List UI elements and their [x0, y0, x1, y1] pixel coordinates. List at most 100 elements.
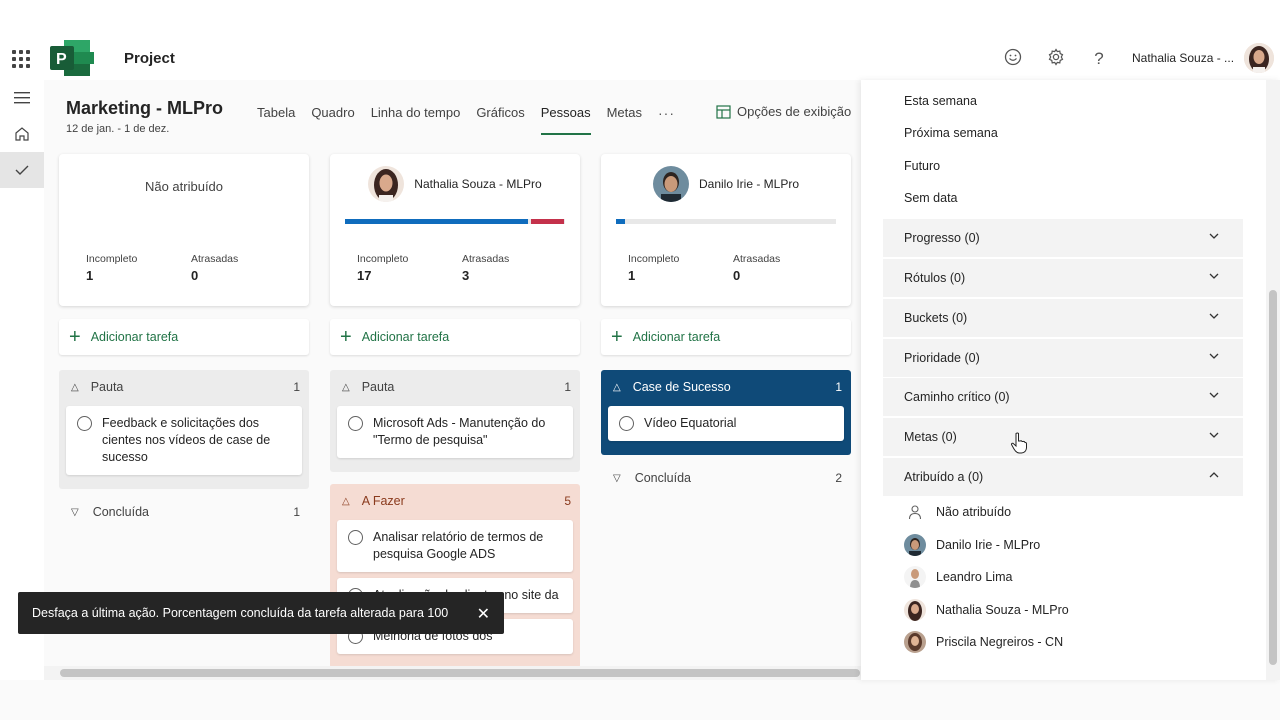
assignee-option-priscila[interactable]: Priscila Negreiros - CN	[904, 630, 1063, 654]
filter-option-next-week[interactable]: Próxima semana	[904, 126, 998, 140]
board-column-nathalia: Nathalia Souza - MLPro Incompleto 17 Atr…	[330, 154, 580, 666]
view-options-button[interactable]: Opções de exibição	[716, 104, 851, 119]
project-title[interactable]: Marketing - MLPro	[66, 98, 223, 119]
vertical-scrollbar[interactable]	[1266, 80, 1280, 680]
tab-linha-do-tempo[interactable]: Linha do tempo	[371, 105, 461, 129]
late-label: Atrasadas	[191, 253, 239, 265]
home-icon[interactable]	[0, 116, 44, 152]
bucket-count: 1	[293, 380, 300, 394]
view-tabs: Tabela Quadro Linha do tempo Gráficos Pe…	[257, 105, 691, 135]
add-task-button[interactable]: + Adicionar tarefa	[59, 319, 309, 355]
view-options-label: Opções de exibição	[737, 104, 852, 119]
column-summary-card: Danilo Irie - MLPro Incompleto 1 Atrasad…	[601, 154, 851, 306]
bucket-header[interactable]: △ A Fazer 5	[330, 484, 580, 518]
filter-section-goals[interactable]: Metas (0)	[883, 418, 1243, 456]
task-card[interactable]: Microsoft Ads - Manutenção do "Termo de …	[337, 406, 573, 458]
project-dates: 12 de jan. - 1 de dez.	[66, 123, 170, 135]
assignee-name: Leandro Lima	[936, 570, 1013, 584]
assignee-option-nathalia[interactable]: Nathalia Souza - MLPro	[904, 598, 1069, 622]
assignee-name: Não atribuído	[936, 505, 1012, 519]
filter-panel: Esta semana Próxima semana Futuro Sem da…	[861, 80, 1280, 680]
bucket-header[interactable]: △ Pauta 1	[59, 370, 309, 404]
scrollbar-thumb[interactable]	[60, 669, 860, 677]
bucket-header[interactable]: △ Pauta 1	[330, 370, 580, 404]
bucket-group: △ Pauta 1 Feedback e solicitações dos ci…	[59, 370, 309, 489]
hamburger-menu-icon[interactable]	[0, 80, 44, 116]
plus-icon: +	[611, 326, 623, 348]
chevron-down-icon	[1209, 313, 1219, 319]
add-task-button[interactable]: + Adicionar tarefa	[601, 319, 851, 355]
filter-section-critical-path[interactable]: Caminho crítico (0)	[883, 378, 1243, 416]
incomplete-value: 1	[86, 268, 94, 283]
complete-task-checkbox[interactable]	[348, 416, 363, 431]
bucket-count: 1	[564, 380, 571, 394]
late-value: 0	[191, 268, 199, 283]
assignee-option-danilo[interactable]: Danilo Irie - MLPro	[904, 533, 1040, 557]
view-options-icon	[716, 104, 731, 119]
toast-message[interactable]: Desfaça a última ação. Porcentagem concl…	[32, 606, 448, 620]
task-card[interactable]: Analisar relatório de termos de pesquisa…	[337, 520, 573, 572]
progress-late-segment	[531, 219, 564, 224]
complete-task-checkbox[interactable]	[348, 530, 363, 545]
filter-option-future[interactable]: Futuro	[904, 159, 940, 173]
late-label: Atrasadas	[733, 253, 781, 265]
completed-section-header[interactable]: ▽ Concluída 1	[59, 495, 309, 529]
chevron-down-icon: ▽	[613, 472, 621, 484]
filter-section-assigned-to[interactable]: Atribuído a (0)	[883, 458, 1243, 496]
tab-tabela[interactable]: Tabela	[257, 105, 295, 129]
complete-task-checkbox[interactable]	[619, 416, 634, 431]
filter-option-this-week[interactable]: Esta semana	[904, 94, 977, 108]
tab-metas[interactable]: Metas	[607, 105, 642, 129]
svg-text:P: P	[56, 51, 67, 68]
assignee-option-unassigned[interactable]: Não atribuído	[904, 500, 1011, 524]
column-title: Danilo Irie - MLPro	[698, 177, 800, 191]
tab-quadro[interactable]: Quadro	[311, 105, 354, 129]
project-logo: P	[50, 40, 94, 76]
filter-section-progress[interactable]: Progresso (0)	[883, 219, 1243, 257]
user-name[interactable]: Nathalia Souza - ...	[1132, 51, 1234, 65]
add-task-button[interactable]: + Adicionar tarefa	[330, 319, 580, 355]
avatar	[652, 166, 689, 202]
close-icon[interactable]: ✕	[477, 604, 490, 624]
checkmark-icon[interactable]	[0, 152, 44, 188]
filter-section-buckets[interactable]: Buckets (0)	[883, 299, 1243, 337]
late-value: 3	[462, 268, 470, 283]
chevron-down-icon	[1209, 233, 1219, 239]
bucket-name: A Fazer	[361, 494, 405, 508]
filter-option-no-date[interactable]: Sem data	[904, 191, 958, 205]
task-card[interactable]: Vídeo Equatorial	[608, 406, 844, 441]
chevron-up-icon: △	[342, 495, 350, 507]
tab-pessoas[interactable]: Pessoas	[540, 105, 591, 135]
scrollbar-thumb[interactable]	[1269, 290, 1277, 665]
bucket-name: Case de Sucesso	[632, 380, 731, 394]
column-title: Nathalia Souza - MLPro	[414, 177, 542, 191]
emoji-icon[interactable]	[1002, 48, 1024, 70]
filter-section-labels[interactable]: Rótulos (0)	[883, 259, 1243, 297]
task-title: Analisar relatório de termos de pesquisa…	[373, 530, 544, 561]
completed-section-header[interactable]: ▽ Concluída 2	[601, 461, 851, 495]
avatar	[368, 166, 405, 202]
task-card[interactable]: Feedback e solicitações dos cientes nos …	[66, 406, 302, 475]
assignee-option-leandro[interactable]: Leandro Lima	[904, 565, 1012, 589]
help-icon[interactable]: ?	[1088, 48, 1110, 70]
section-label: Metas (0)	[904, 430, 957, 444]
incomplete-stat: Incompleto 1	[86, 253, 137, 283]
completed-count: 2	[835, 471, 842, 485]
user-avatar[interactable]	[1244, 43, 1274, 73]
gear-icon[interactable]	[1045, 48, 1067, 70]
app-header: P Project ? Nathalia Souza - ...	[0, 0, 1280, 80]
plus-icon: +	[340, 326, 352, 348]
app-launcher-icon[interactable]	[12, 50, 30, 68]
completed-count: 1	[293, 505, 300, 519]
section-label: Prioridade (0)	[904, 351, 980, 365]
completed-label: Concluída	[634, 471, 691, 485]
complete-task-checkbox[interactable]	[77, 416, 92, 431]
section-label: Rótulos (0)	[904, 271, 966, 285]
task-title: Feedback e solicitações dos cientes nos …	[102, 416, 271, 464]
app-name[interactable]: Project	[124, 50, 175, 67]
filter-section-priority[interactable]: Prioridade (0)	[883, 339, 1243, 377]
bucket-header[interactable]: △ Case de Sucesso 1	[601, 370, 851, 404]
horizontal-scrollbar[interactable]	[44, 666, 861, 680]
tab-graficos[interactable]: Gráficos	[476, 105, 524, 129]
more-tabs-icon[interactable]: ···	[658, 105, 675, 129]
